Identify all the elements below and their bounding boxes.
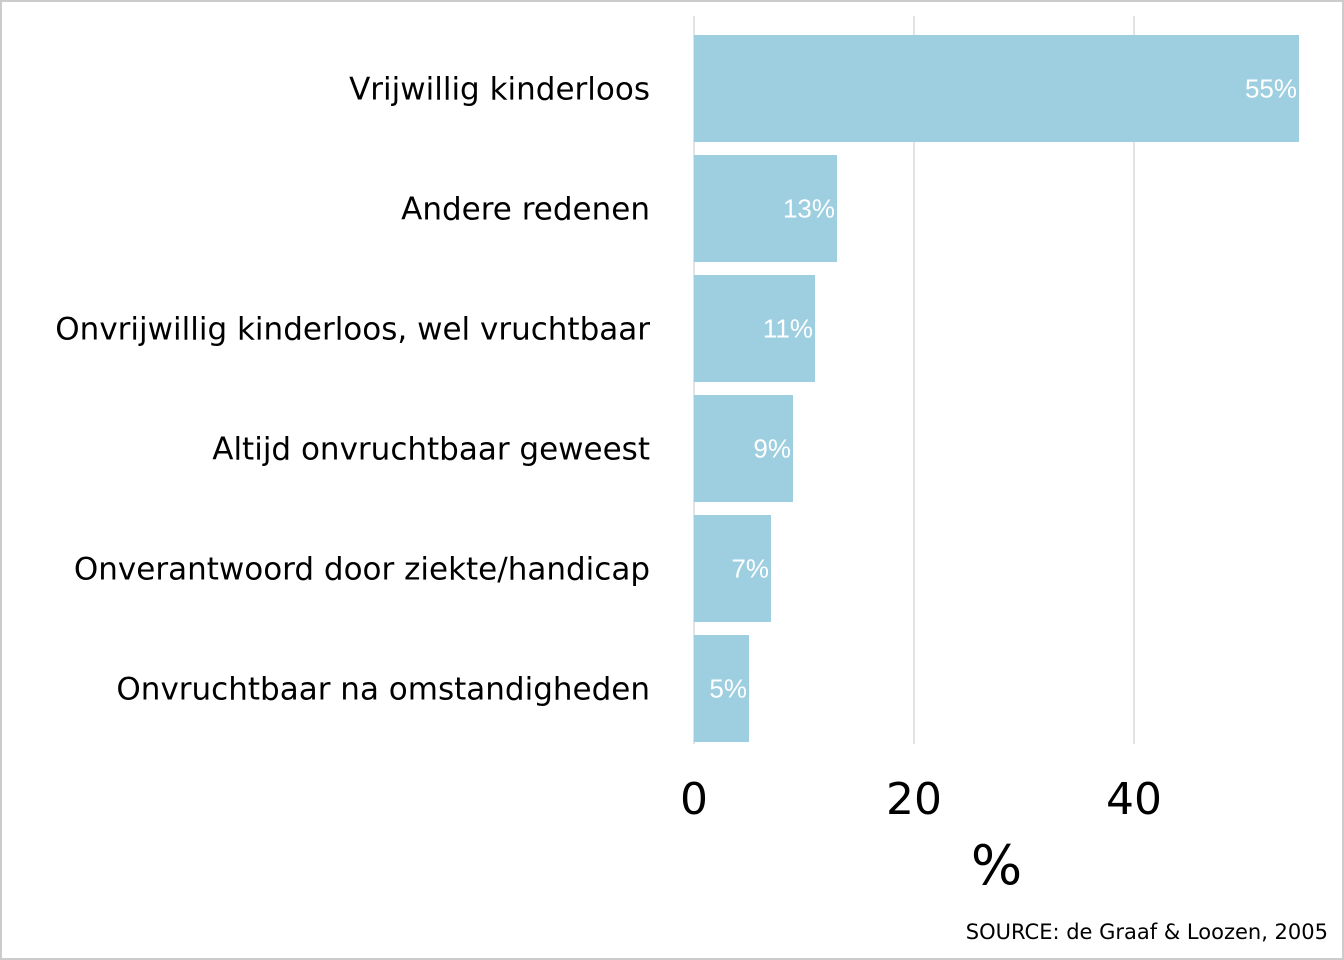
chart-frame: 55% 13% 11% 9% 7% 5% Vrijwillig kinderloos And… <box>0 0 1344 960</box>
source-note: SOURCE: de Graaf & Loozen, 2005 <box>965 920 1328 944</box>
bar-chart: 55% 13% 11% 9% 7% 5% Vrijwillig kinderloos And… <box>55 16 1299 897</box>
bars <box>694 35 1299 742</box>
bar-value-label-0: 55% <box>1245 74 1297 104</box>
x-tick-label-0: 0 <box>680 774 708 825</box>
bar-value-label-4: 7% <box>731 554 769 584</box>
x-tick-label-1: 20 <box>886 774 942 825</box>
category-label-3: Altijd onvruchtbaar geweest <box>212 432 650 468</box>
category-labels: Vrijwillig kinderloos Andere redenen Onvri… <box>55 72 650 708</box>
x-axis-title: % <box>971 834 1022 897</box>
x-tick-label-2: 40 <box>1106 774 1162 825</box>
bar-value-label-5: 5% <box>709 674 747 704</box>
x-tick-labels: 0 20 40 <box>680 774 1162 825</box>
bar-value-label-3: 9% <box>753 434 791 464</box>
category-label-0: Vrijwillig kinderloos <box>349 72 650 108</box>
category-label-2: Onvrijwillig kinderloos, wel vruchtbaar <box>55 312 650 348</box>
bar-value-label-1: 13% <box>783 194 835 224</box>
category-label-1: Andere redenen <box>401 192 650 228</box>
category-label-5: Onvruchtbaar na omstandigheden <box>116 672 650 708</box>
bar-value-label-2: 11% <box>763 314 813 344</box>
bar-0 <box>694 35 1299 142</box>
category-label-4: Onverantwoord door ziekte/handicap <box>74 552 650 588</box>
